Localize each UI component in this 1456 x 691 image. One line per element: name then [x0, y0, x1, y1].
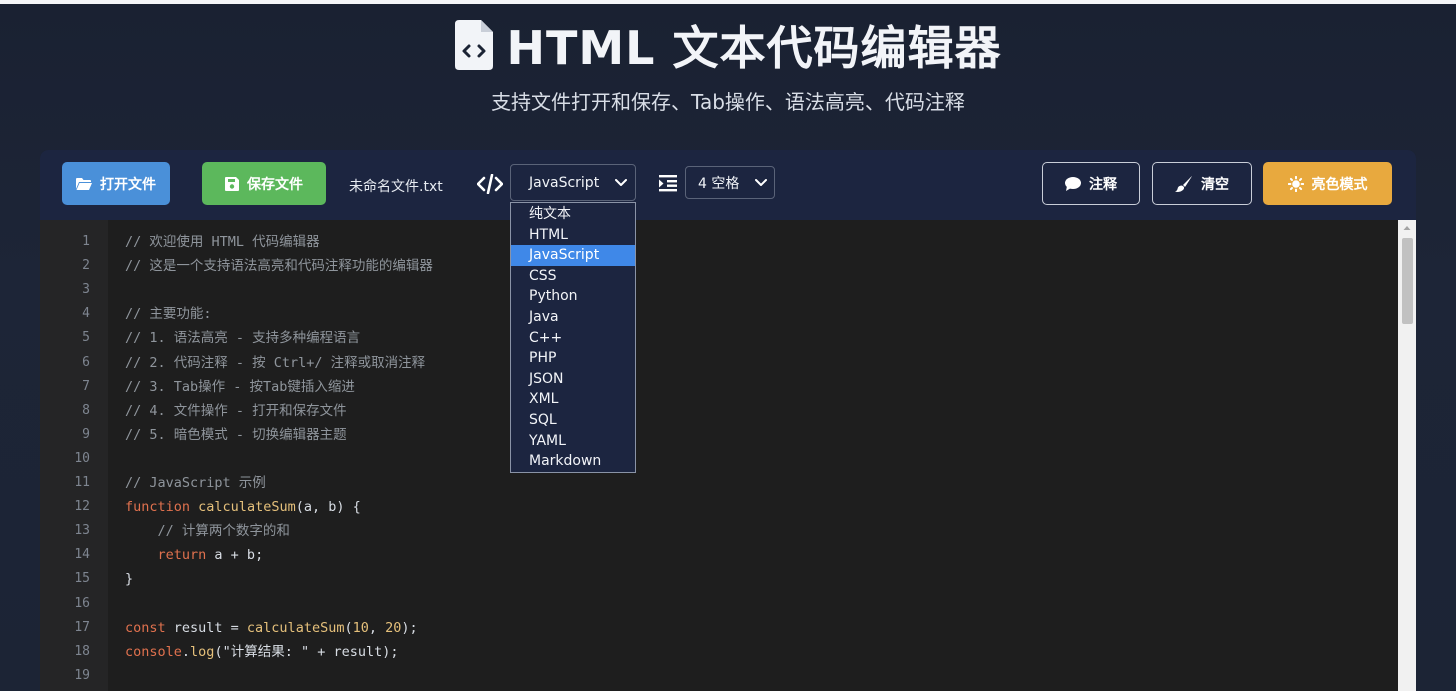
file-code-icon [454, 20, 493, 70]
line-number: 17 [74, 619, 90, 635]
language-option[interactable]: HTML [511, 225, 635, 246]
line-number: 16 [74, 595, 90, 611]
language-option[interactable]: JSON [511, 369, 635, 390]
language-option[interactable]: C++ [511, 328, 635, 349]
line-number: 6 [82, 354, 90, 370]
line-number: 7 [82, 378, 90, 394]
clear-button[interactable]: 清空 [1152, 162, 1252, 205]
code-icon [476, 173, 504, 195]
chevron-down-icon [755, 175, 767, 191]
language-option[interactable]: Markdown [511, 451, 635, 472]
line-number: 4 [82, 306, 90, 322]
language-option[interactable]: SQL [511, 410, 635, 431]
code-line[interactable]: // 欢迎使用 HTML 代码编辑器 [125, 230, 320, 254]
code-line[interactable]: console.log("计算结果: " + result); [125, 640, 399, 664]
code-line[interactable]: // 3. Tab操作 - 按Tab键插入缩进 [125, 375, 355, 399]
language-option[interactable]: 纯文本 [511, 204, 635, 225]
code-line[interactable]: const result = calculateSum(10, 20); [125, 616, 418, 640]
code-line[interactable]: // 4. 文件操作 - 打开和保存文件 [125, 399, 347, 423]
comment-button[interactable]: 注释 [1042, 162, 1140, 205]
theme-label: 亮色模式 [1311, 176, 1368, 193]
open-file-button[interactable]: 打开文件 [62, 162, 170, 205]
line-number-gutter: 1 2 3 4 5 6 7 8 9 10 11 12 13 14 15 16 17 18 19 [40, 220, 108, 691]
line-number: 14 [74, 547, 90, 563]
sun-icon [1287, 175, 1304, 192]
line-number: 12 [74, 499, 90, 515]
code-line[interactable]: // 1. 语法高亮 - 支持多种编程语言 [125, 326, 360, 350]
save-file-label: 保存文件 [247, 176, 303, 193]
theme-toggle-button[interactable]: 亮色模式 [1263, 162, 1392, 205]
folder-open-icon [76, 177, 92, 191]
code-line[interactable]: return a + b; [125, 543, 264, 567]
language-dropdown-list[interactable]: 纯文本 HTML JavaScript CSS Python Java C++ PHP JSON… [510, 202, 636, 473]
editor-panel: 打开文件 保存文件 未命名文件.txt JavaScript 4 空格 注释 清… [40, 150, 1416, 691]
line-number: 15 [74, 571, 90, 587]
line-number: 9 [82, 426, 90, 442]
line-number: 3 [82, 282, 90, 298]
title-row: HTML 文本代码编辑器 [0, 12, 1456, 78]
open-file-label: 打开文件 [100, 176, 156, 193]
vertical-scrollbar[interactable] [1398, 220, 1416, 691]
language-option[interactable]: PHP [511, 348, 635, 369]
chevron-down-icon [615, 175, 627, 191]
line-number: 2 [82, 258, 90, 274]
page-header: HTML 文本代码编辑器 支持文件打开和保存、Tab操作、语法高亮、代码注释 [0, 4, 1456, 144]
code-line[interactable]: // 2. 代码注释 - 按 Ctrl+/ 注释或取消注释 [125, 351, 425, 375]
brush-icon [1175, 175, 1193, 192]
indent-select-value: 4 空格 [698, 175, 740, 192]
clear-label: 清空 [1201, 176, 1229, 193]
language-option[interactable]: Python [511, 286, 635, 307]
save-icon [225, 176, 239, 191]
indent-icon [659, 174, 677, 192]
comment-icon [1065, 176, 1081, 191]
line-number: 1 [82, 234, 90, 249]
code-line[interactable]: function calculateSum(a, b) { [125, 495, 361, 519]
line-number: 5 [82, 330, 90, 346]
code-line[interactable]: // 计算两个数字的和 [125, 519, 290, 543]
language-select-value: JavaScript [529, 174, 600, 191]
code-line[interactable]: // JavaScript 示例 [125, 471, 266, 495]
scrollbar-thumb[interactable] [1402, 238, 1413, 324]
line-number: 13 [74, 523, 90, 539]
line-number: 11 [74, 475, 90, 490]
code-line[interactable]: // 这是一个支持语法高亮和代码注释功能的编辑器 [125, 254, 433, 278]
language-option[interactable]: YAML [511, 431, 635, 452]
code-editor[interactable]: 1 2 3 4 5 6 7 8 9 10 11 12 13 14 15 16 17 18 19 // 欢迎使用 HT… [40, 220, 1416, 691]
comment-label: 注释 [1089, 176, 1117, 193]
indent-select[interactable]: 4 空格 [685, 166, 775, 199]
language-option[interactable]: XML [511, 389, 635, 410]
toolbar: 打开文件 保存文件 未命名文件.txt JavaScript 4 空格 注释 清… [40, 150, 1416, 220]
language-option[interactable]: JavaScript [511, 245, 635, 266]
page-title: HTML 文本代码编辑器 [506, 21, 1002, 75]
scroll-up-arrow-icon[interactable] [1398, 220, 1416, 236]
code-line[interactable]: // 主要功能: [125, 302, 212, 326]
code-line[interactable]: } [125, 567, 133, 591]
line-number: 10 [74, 450, 90, 466]
page-subtitle: 支持文件打开和保存、Tab操作、语法高亮、代码注释 [491, 90, 965, 114]
code-line[interactable]: // 5. 暗色模式 - 切换编辑器主题 [125, 423, 347, 447]
filename-label: 未命名文件.txt [349, 179, 443, 195]
line-number: 8 [82, 402, 90, 418]
language-option[interactable]: CSS [511, 266, 635, 287]
save-file-button[interactable]: 保存文件 [202, 162, 326, 205]
line-number: 18 [74, 643, 90, 659]
line-number: 19 [74, 667, 90, 683]
language-option[interactable]: Java [511, 307, 635, 328]
language-select[interactable]: JavaScript [510, 164, 636, 201]
